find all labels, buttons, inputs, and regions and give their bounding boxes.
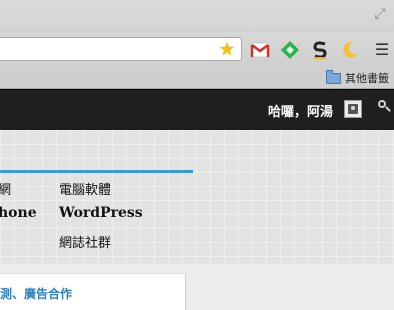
category-menu-panel: 網 hone 電腦軟體 WordPress 網誌社群 <box>0 130 394 264</box>
menu-item-left-2[interactable]: hone <box>0 205 37 221</box>
card-link[interactable]: 測、廣告合作 <box>0 285 72 302</box>
bookmark-star-icon[interactable]: ★ <box>219 39 235 61</box>
fullscreen-icon[interactable]: ⤢ <box>372 6 388 22</box>
avatar[interactable] <box>344 100 362 118</box>
other-bookmarks-label: 其他書籤 <box>345 72 389 85</box>
browser-window: ⤢ ★ ☰ 其他書籤 哈囉，阿湯 網 hone 電腦軟體 WordPress 網… <box>0 0 394 310</box>
gmail-icon[interactable] <box>250 40 270 60</box>
s-extension-icon[interactable] <box>310 40 330 60</box>
menu-icon[interactable]: ☰ <box>372 40 392 60</box>
greeting-text[interactable]: 哈囉，阿湯 <box>268 101 333 120</box>
folder-icon <box>326 69 341 84</box>
title-bar: ⤢ <box>0 0 394 32</box>
menu-item-blog-social[interactable]: 網誌社群 <box>59 232 111 251</box>
other-bookmarks-folder[interactable]: 其他書籤 <box>326 69 389 86</box>
content-card: 測、廣告合作 <box>0 273 186 310</box>
search-icon[interactable] <box>378 100 390 112</box>
browser-toolbar: ★ ☰ <box>0 32 394 68</box>
menu-item-computer-software[interactable]: 電腦軟體 <box>59 179 111 198</box>
menu-item-left-1[interactable]: 網 <box>0 179 11 198</box>
site-top-bar: 哈囉，阿湯 <box>0 89 394 130</box>
feedly-icon[interactable] <box>280 40 300 60</box>
moon-icon[interactable] <box>340 40 360 60</box>
address-bar[interactable]: ★ <box>0 37 242 61</box>
bookmarks-bar: 其他書籤 <box>0 68 394 89</box>
menu-item-wordpress[interactable]: WordPress <box>59 205 143 221</box>
active-indicator-bar <box>0 170 193 173</box>
